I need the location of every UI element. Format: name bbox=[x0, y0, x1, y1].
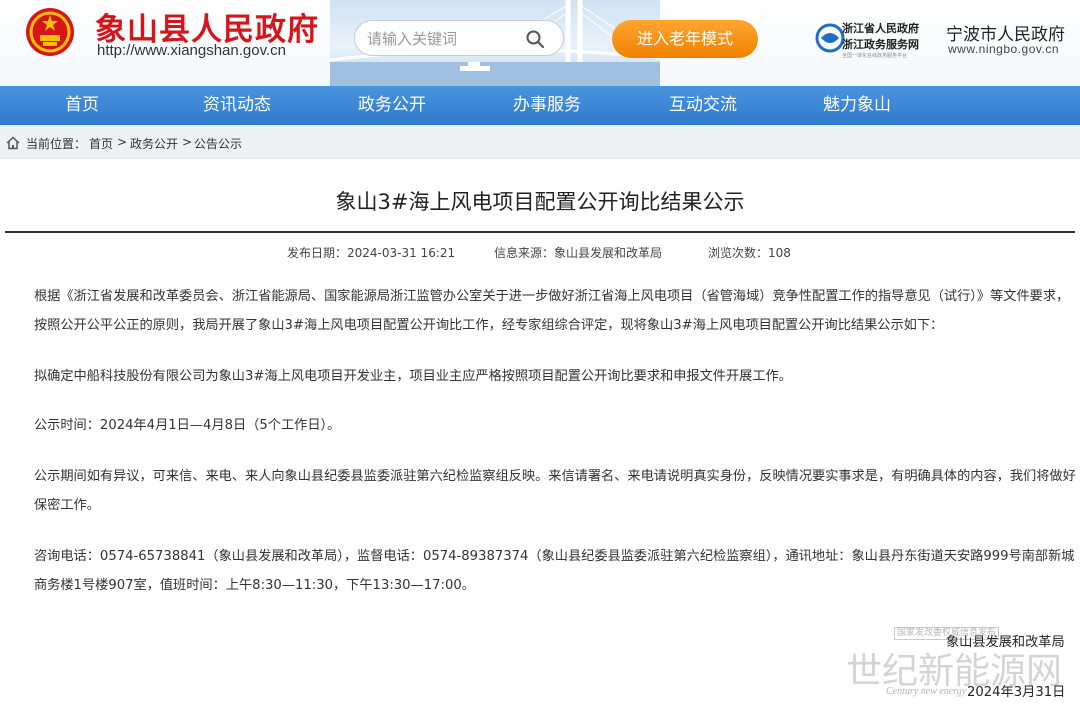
nav-item-charm[interactable]: 魅力象山 bbox=[792, 86, 922, 125]
view-count: 浏览次数：108 bbox=[708, 246, 791, 260]
nav-item-interaction[interactable]: 互动交流 bbox=[638, 86, 768, 125]
search-input[interactable] bbox=[367, 28, 517, 50]
title-divider bbox=[5, 231, 1075, 233]
home-icon bbox=[6, 136, 20, 150]
zhejiang-service-caption: 全国一体化在线政务服务平台 bbox=[842, 53, 908, 59]
search-icon[interactable] bbox=[525, 29, 545, 49]
breadcrumb-item-gov-affairs[interactable]: 政务公开 bbox=[130, 135, 178, 152]
zhejiang-gov-link[interactable]: 浙江省人民政府 bbox=[842, 20, 919, 36]
signature-date: 2024年3月31日 bbox=[967, 685, 1066, 700]
search-box bbox=[354, 20, 564, 56]
breadcrumb-separator: > bbox=[117, 135, 128, 149]
breadcrumb-item-notice[interactable]: 公告公示 bbox=[194, 135, 242, 152]
watermark-caption: Century new energy bbox=[886, 686, 967, 697]
breadcrumb-separator: > bbox=[182, 135, 193, 149]
elder-mode-button[interactable]: 进入老年模式 bbox=[612, 20, 758, 58]
nav-item-news[interactable]: 资讯动态 bbox=[172, 86, 302, 125]
zhejiang-service-link[interactable]: 浙江政务服务网 bbox=[842, 36, 919, 52]
nav-item-home[interactable]: 首页 bbox=[17, 86, 147, 125]
nav-item-gov-affairs[interactable]: 政务公开 bbox=[327, 86, 457, 125]
nav-item-services[interactable]: 办事服务 bbox=[482, 86, 612, 125]
ningbo-gov-url[interactable]: www.ningbo.gov.cn bbox=[948, 42, 1059, 56]
article-paragraph: 公示时间：2024年4月1日—4月8日（5个工作日）。 bbox=[34, 418, 341, 433]
publish-date: 发布日期：2024-03-31 16:21 bbox=[287, 246, 456, 260]
info-source: 信息来源：象山县发展和改革局 bbox=[494, 246, 663, 260]
breadcrumb-item-home[interactable]: 首页 bbox=[89, 135, 113, 152]
breadcrumb: 当前位置： 首页 > 政务公开 > 公告公示 bbox=[0, 125, 1080, 159]
main-nav: 首页 资讯动态 政务公开 办事服务 互动交流 魅力象山 bbox=[0, 86, 1080, 125]
header-banner: 象山县人民政府 http://www.xiangshan.gov.cn 进入老年… bbox=[0, 0, 1080, 86]
breadcrumb-prefix: 当前位置： bbox=[26, 137, 87, 151]
site-url[interactable]: http://www.xiangshan.gov.cn bbox=[97, 42, 286, 59]
article-paragraph: 公示期间如有异议，可来信、来电、来人向象山县纪委县监委派驻第六纪检监察组反映。来… bbox=[34, 469, 1076, 513]
article-paragraph: 根据《浙江省发展和改革委员会、浙江省能源局、国家能源局浙江监管办公室关于进一步做… bbox=[34, 289, 1070, 333]
article-paragraph: 拟确定中船科技股份有限公司为象山3#海上风电项目开发业主，项目业主应严格按照项目… bbox=[34, 369, 792, 384]
article-paragraph: 咨询电话：0574-65738841（象山县发展和改革局），监督电话：0574-… bbox=[34, 549, 1075, 593]
article-title: 象山3#海上风电项目配置公开询比结果公示 bbox=[335, 190, 745, 214]
national-emblem-icon bbox=[26, 8, 74, 56]
